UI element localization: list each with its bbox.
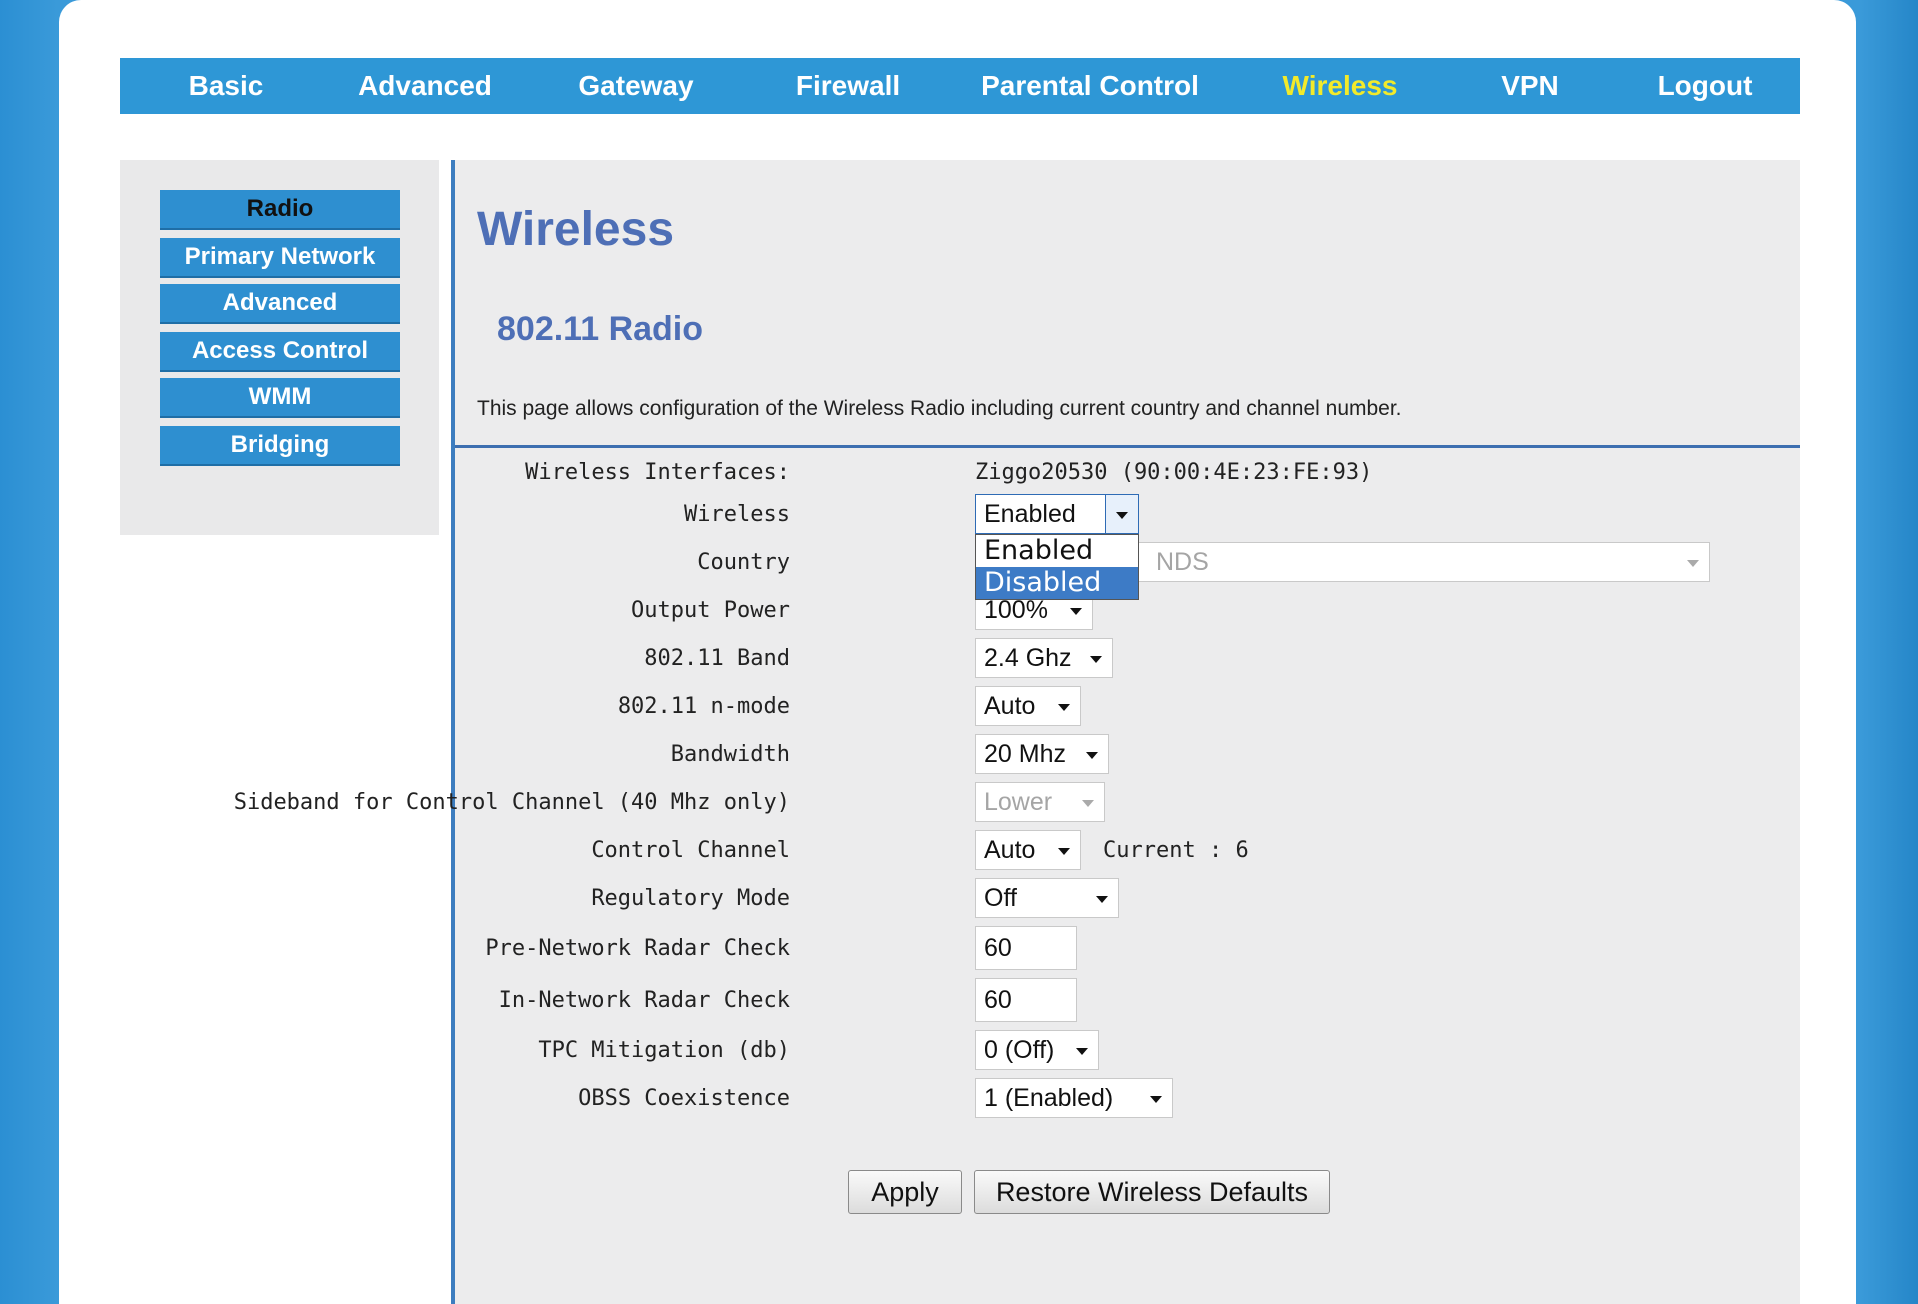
nmode-value: Auto [984, 692, 1036, 720]
nav-gateway[interactable]: Gateway [550, 58, 722, 114]
wireless-select[interactable]: Enabled [975, 494, 1139, 534]
sidebar: Radio Primary Network Advanced Access Co… [120, 160, 439, 535]
sidebar-item-primary-network[interactable]: Primary Network [160, 238, 400, 278]
control-channel-select[interactable]: Auto [975, 830, 1081, 870]
chevron-down-icon [1058, 704, 1070, 711]
wireless-option-enabled[interactable]: Enabled [976, 535, 1138, 567]
chevron-down-icon [1082, 800, 1094, 807]
interfaces-label: Wireless Interfaces: [525, 460, 790, 485]
in-radar-value: 60 [984, 986, 1012, 1014]
wireless-dropdown-list: Enabled Disabled [975, 534, 1139, 600]
chevron-down-icon [1687, 560, 1699, 567]
chevron-down-icon [1070, 608, 1082, 615]
pre-radar-label: Pre-Network Radar Check [485, 936, 790, 961]
tpc-label: TPC Mitigation (db) [538, 1038, 790, 1063]
interfaces-value: Ziggo20530 (90:00:4E:23:FE:93) [975, 460, 1373, 485]
regulatory-mode-select[interactable]: Off [975, 878, 1119, 918]
sideband-label: Sideband for Control Channel (40 Mhz onl… [233, 790, 790, 815]
pre-radar-input[interactable]: 60 [975, 926, 1077, 970]
bandwidth-label: Bandwidth [670, 742, 790, 767]
apply-button[interactable]: Apply [848, 1170, 962, 1214]
nmode-select[interactable]: Auto [975, 686, 1081, 726]
band-label: 802.11 Band [644, 646, 790, 671]
sidebar-item-advanced[interactable]: Advanced [160, 284, 400, 324]
bandwidth-select[interactable]: 20 Mhz [975, 734, 1109, 774]
chevron-down-icon [1150, 1096, 1162, 1103]
nav-vpn[interactable]: VPN [1480, 58, 1580, 114]
nmode-label: 802.11 n-mode [617, 694, 790, 719]
bandwidth-value: 20 Mhz [984, 740, 1066, 768]
nav-logout[interactable]: Logout [1640, 58, 1770, 114]
sideband-select[interactable]: Lower [975, 782, 1105, 822]
chevron-down-icon [1076, 1048, 1088, 1055]
top-nav: Basic Advanced Gateway Firewall Parental… [120, 58, 1800, 114]
sideband-value: Lower [984, 788, 1053, 816]
obss-select[interactable]: 1 (Enabled) [975, 1078, 1173, 1118]
obss-value: 1 (Enabled) [984, 1084, 1114, 1112]
regulatory-mode-value: Off [984, 884, 1017, 912]
sidebar-item-wmm[interactable]: WMM [160, 378, 400, 418]
control-channel-label: Control Channel [591, 838, 790, 863]
current-channel-text: Current : 6 [1103, 838, 1249, 863]
band-select[interactable]: 2.4 Ghz [975, 638, 1113, 678]
pre-radar-value: 60 [984, 934, 1012, 962]
page-title: Wireless [477, 203, 675, 256]
in-radar-label: In-Network Radar Check [498, 988, 790, 1013]
chevron-down-icon [1058, 848, 1070, 855]
output-power-label: Output Power [631, 598, 790, 623]
wireless-option-disabled[interactable]: Disabled [976, 567, 1138, 599]
chevron-down-icon [1086, 752, 1098, 759]
regulatory-mode-label: Regulatory Mode [591, 886, 790, 911]
nav-advanced[interactable]: Advanced [335, 58, 515, 114]
chevron-down-icon [1096, 896, 1108, 903]
country-select-value: NDS [1156, 548, 1209, 576]
page-description: This page allows configuration of the Wi… [477, 397, 1402, 420]
nav-basic[interactable]: Basic [156, 58, 296, 114]
control-channel-value: Auto [984, 836, 1036, 864]
main-panel: Wireless 802.11 Radio This page allows c… [234, 160, 1800, 1304]
wireless-dropdown-button[interactable] [1105, 494, 1139, 534]
output-power-value: 100% [984, 596, 1048, 624]
tpc-select[interactable]: 0 (Off) [975, 1030, 1099, 1070]
nav-firewall[interactable]: Firewall [768, 58, 928, 114]
wireless-select-value: Enabled [984, 500, 1076, 528]
country-label: Country [697, 550, 790, 575]
wireless-label: Wireless [684, 502, 790, 527]
sidebar-item-radio[interactable]: Radio [160, 190, 400, 230]
band-value: 2.4 Ghz [984, 644, 1072, 672]
obss-label: OBSS Coexistence [578, 1086, 790, 1111]
tpc-value: 0 (Off) [984, 1036, 1055, 1064]
section-divider [455, 445, 1800, 448]
section-title: 802.11 Radio [497, 310, 704, 348]
in-radar-input[interactable]: 60 [975, 978, 1077, 1022]
sidebar-item-bridging[interactable]: Bridging [160, 426, 400, 466]
sidebar-item-access-control[interactable]: Access Control [160, 332, 400, 372]
nav-parental-control[interactable]: Parental Control [970, 58, 1210, 114]
nav-wireless[interactable]: Wireless [1260, 58, 1420, 114]
restore-defaults-button[interactable]: Restore Wireless Defaults [974, 1170, 1330, 1214]
chevron-down-icon [1116, 512, 1128, 519]
chevron-down-icon [1090, 656, 1102, 663]
